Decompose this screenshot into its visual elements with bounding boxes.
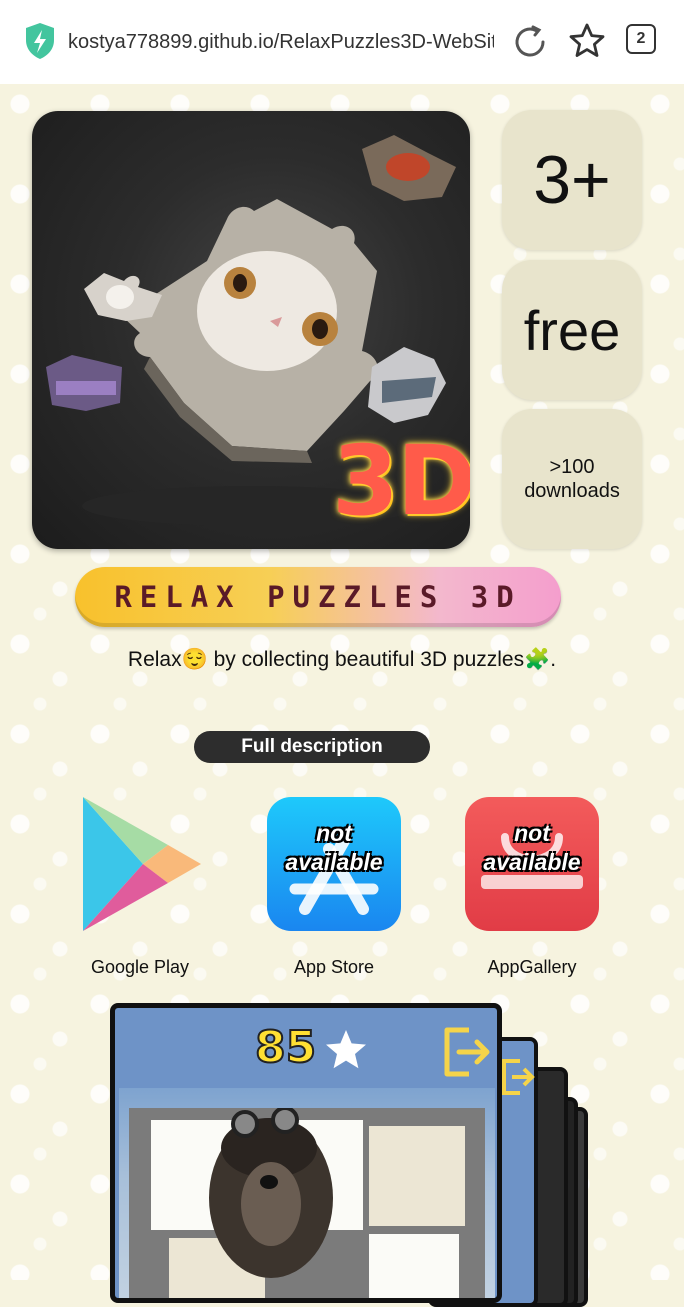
app-store-status: not available xyxy=(285,820,383,875)
score-value: 85 xyxy=(254,1022,317,1073)
shield-bolt-icon[interactable] xyxy=(24,22,56,60)
app-store-link[interactable]: not available App Store xyxy=(264,797,404,979)
price-badge: free xyxy=(502,260,642,400)
app-title: RELAX PUZZLES 3D xyxy=(75,567,561,627)
appgallery-store-link[interactable]: not available AppGallery xyxy=(462,797,602,979)
app-hero-image: 3D xyxy=(32,111,470,549)
puzzle-frame xyxy=(129,1108,485,1298)
downloads-badge: >100 downloads xyxy=(502,409,642,549)
browser-toolbar: kostya778899.github.io/RelaxPuzzles3D-We… xyxy=(0,0,684,84)
google-play-store-link[interactable]: Google Play xyxy=(70,797,210,979)
age-rating-badge: 3+ xyxy=(502,110,642,250)
puzzle-board xyxy=(119,1088,495,1298)
appgallery-status: not available xyxy=(483,820,581,875)
dog-photo xyxy=(209,1108,333,1278)
screenshot-card-main[interactable]: 85 xyxy=(110,1003,502,1303)
exit-icon[interactable] xyxy=(439,1024,495,1080)
app-store-label: App Store xyxy=(293,957,375,977)
star-icon[interactable] xyxy=(568,22,606,60)
puzzle-tile[interactable] xyxy=(369,1234,459,1298)
reload-icon[interactable] xyxy=(512,24,548,60)
app-tagline: Relax😌 by collecting beautiful 3D puzzle… xyxy=(127,648,557,671)
tabs-icon[interactable]: 2 xyxy=(626,24,656,54)
star-icon xyxy=(326,1030,366,1069)
hero-3d-label: 3D xyxy=(332,425,470,537)
google-play-icon[interactable] xyxy=(73,797,207,931)
address-bar[interactable]: kostya778899.github.io/RelaxPuzzles3D-We… xyxy=(68,28,494,56)
full-description-button[interactable]: Full description xyxy=(194,731,430,763)
puzzle-tile[interactable] xyxy=(369,1126,465,1226)
appgallery-label: AppGallery xyxy=(487,957,577,977)
exit-icon xyxy=(502,1059,535,1095)
google-play-label: Google Play xyxy=(90,957,190,977)
appgallery-icon[interactable]: not available xyxy=(465,797,599,931)
app-store-icon[interactable]: not available xyxy=(267,797,401,931)
screenshot-gallery[interactable]: 85 xyxy=(108,1003,608,1307)
